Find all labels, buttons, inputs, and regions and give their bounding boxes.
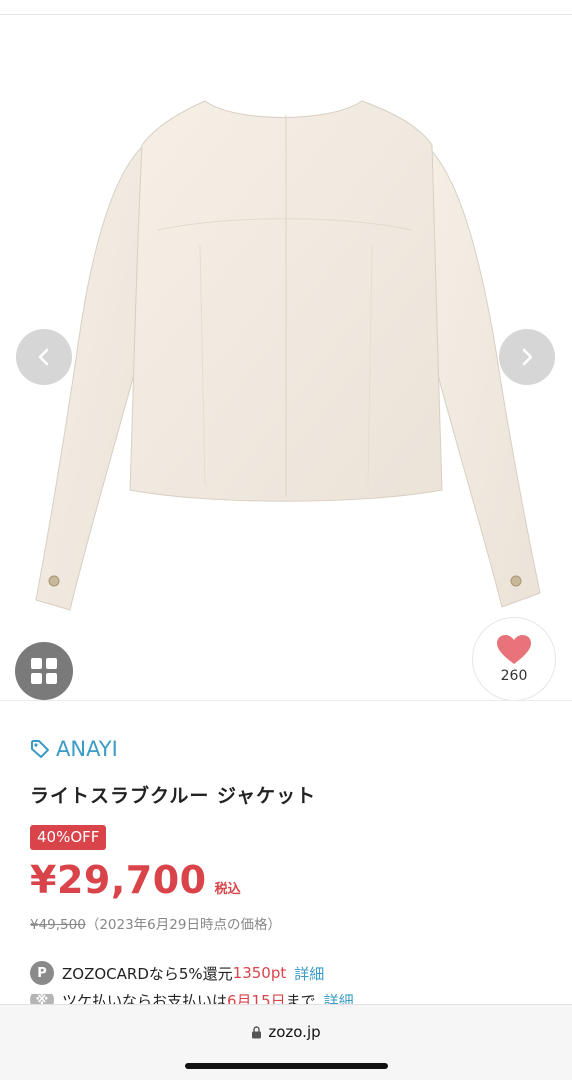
favorite-count: 260: [500, 668, 528, 684]
discount-badge: 40%OFF: [30, 825, 107, 850]
heart-icon: [497, 635, 531, 664]
product-image-gallery[interactable]: 260: [0, 15, 572, 700]
image-grid-button[interactable]: [15, 642, 73, 700]
price-value: ¥29,700: [30, 858, 207, 902]
original-price-info: ¥49,500（2023年6月29日時点の価格）: [30, 913, 281, 933]
brand-name: ANAYI: [56, 737, 118, 761]
prev-image-button[interactable]: [16, 329, 72, 385]
next-image-button[interactable]: [499, 329, 555, 385]
product-title: ライトスラブクルー ジャケット: [30, 785, 317, 807]
original-price-note: （2023年6月29日時点の価格）: [85, 917, 281, 933]
points-detail-link[interactable]: 詳細: [294, 963, 324, 984]
points-text: ZOZOCARDなら5%還元: [62, 964, 233, 983]
grid-icon: [31, 658, 57, 684]
divider: [0, 700, 572, 701]
points-value: 1350pt: [232, 964, 287, 982]
points-row: P ZOZOCARDなら5%還元 1350pt 詳細: [30, 961, 324, 985]
brand-link[interactable]: ANAYI: [30, 737, 118, 761]
price: ¥29,700 税込: [30, 858, 241, 902]
chevron-left-icon: [38, 348, 49, 366]
tax-label: 税込: [214, 882, 241, 897]
chevron-right-icon: [522, 348, 533, 366]
url-text: zozo.jp: [268, 1023, 321, 1041]
points-icon: P: [30, 961, 54, 985]
home-indicator: [185, 1063, 388, 1069]
address-bar[interactable]: zozo.jp: [0, 1023, 572, 1041]
original-price: ¥49,500: [30, 917, 86, 933]
favorite-button[interactable]: 260: [472, 617, 556, 700]
lock-icon: [252, 1025, 262, 1038]
product-image[interactable]: [0, 15, 572, 700]
tag-icon: [31, 740, 49, 758]
browser-bottom-bar: zozo.jp: [0, 1004, 572, 1080]
